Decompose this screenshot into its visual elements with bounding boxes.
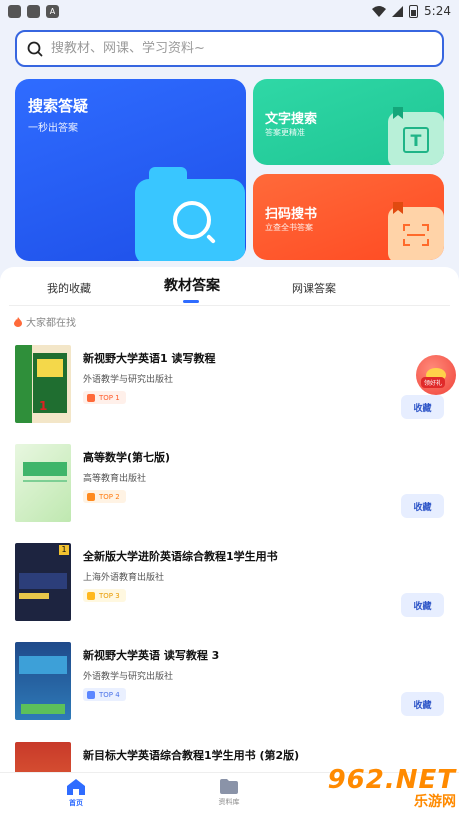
nav-library[interactable]: 资料库 bbox=[209, 779, 249, 807]
collect-button[interactable]: 收藏 bbox=[401, 494, 444, 518]
scan-icon bbox=[388, 207, 444, 260]
book-item[interactable]: 高等数学(第七版) 高等教育出版社 TOP 2 收藏 bbox=[0, 444, 459, 539]
book-publisher: 上海外语教育出版社 bbox=[83, 573, 165, 583]
gift-label: 领好礼 bbox=[421, 377, 446, 388]
rank-badge: TOP 4 bbox=[83, 688, 126, 701]
book-cover bbox=[15, 742, 71, 772]
rank-icon bbox=[87, 591, 95, 600]
book-item[interactable]: 新视野大学英语 读写教程 3 外语教学与研究出版社 TOP 4 收藏 bbox=[0, 642, 459, 737]
book-cover: 1 bbox=[15, 345, 71, 423]
search-input[interactable] bbox=[51, 41, 411, 56]
notification-app-icon bbox=[8, 4, 21, 18]
flame-icon bbox=[14, 316, 22, 327]
search-icon bbox=[27, 41, 43, 56]
nav-home-label: 首页 bbox=[69, 799, 83, 807]
notification-app-icon bbox=[27, 4, 40, 18]
rank-icon bbox=[87, 492, 95, 501]
folder-icon bbox=[220, 779, 238, 794]
tab-bar: 我的收藏 教材答案 网课答案 bbox=[0, 267, 459, 305]
book-publisher: 高等教育出版社 bbox=[83, 474, 147, 484]
home-icon bbox=[67, 779, 85, 795]
content-panel: 我的收藏 教材答案 网课答案 大家都在找 1 新视野大学英语1 读写教程 外语教… bbox=[0, 267, 459, 772]
hot-label: 大家都在找 bbox=[14, 314, 76, 329]
status-time: 5:24 bbox=[424, 4, 451, 18]
text-search-title: 文字搜索 bbox=[265, 112, 318, 127]
text-t-icon: T bbox=[388, 112, 444, 165]
book-cover bbox=[15, 444, 71, 522]
signal-icon bbox=[392, 5, 404, 17]
scan-book-title: 扫码搜书 bbox=[265, 207, 318, 222]
search-qa-subtitle: 一秒出答案 bbox=[28, 123, 78, 134]
scan-book-card[interactable]: 扫码搜书 立查全书答案 bbox=[253, 174, 444, 260]
book-name: 新目标大学英语综合教程1学生用书 (第2版) bbox=[83, 749, 300, 762]
rank-icon bbox=[87, 393, 95, 402]
text-search-card[interactable]: 文字搜索 答案更精准 T bbox=[253, 79, 444, 165]
notification-a-icon: A bbox=[46, 4, 59, 18]
collect-button[interactable]: 收藏 bbox=[401, 593, 444, 617]
rank-badge: TOP 2 bbox=[83, 490, 126, 503]
rank-icon bbox=[87, 690, 95, 699]
status-left-icons: A bbox=[8, 4, 59, 18]
collect-button[interactable]: 收藏 bbox=[401, 692, 444, 716]
search-bar[interactable] bbox=[15, 30, 444, 67]
tab-course-answers[interactable]: 网课答案 bbox=[292, 280, 336, 296]
wifi-icon bbox=[372, 5, 387, 17]
book-cover: 1 bbox=[15, 543, 71, 621]
book-publisher: 外语教学与研究出版社 bbox=[83, 672, 174, 682]
nav-home[interactable]: 首页 bbox=[56, 779, 96, 808]
book-name: 高等数学(第七版) bbox=[83, 451, 171, 464]
hot-label-text: 大家都在找 bbox=[26, 318, 76, 329]
book-item[interactable]: 1 新视野大学英语1 读写教程 外语教学与研究出版社 TOP 1 收藏 bbox=[0, 345, 459, 440]
nav-library-label: 资料库 bbox=[218, 798, 240, 806]
book-item[interactable]: 1 全新版大学进阶英语综合教程1学生用书 上海外语教育出版社 TOP 3 收藏 bbox=[0, 543, 459, 638]
divider bbox=[9, 305, 450, 306]
scan-book-subtitle: 立查全书答案 bbox=[265, 223, 313, 232]
status-bar: A 5:24 bbox=[0, 0, 459, 22]
gift-bubble[interactable]: 领好礼 bbox=[416, 355, 456, 395]
bookmark-icon bbox=[393, 202, 403, 214]
rank-badge: TOP 3 bbox=[83, 589, 126, 602]
search-qa-card[interactable]: 搜索答疑 一秒出答案 bbox=[15, 79, 246, 261]
watermark-site: 乐游网 bbox=[414, 794, 456, 810]
tab-indicator bbox=[183, 300, 199, 303]
book-name: 新视野大学英语1 读写教程 bbox=[83, 352, 216, 365]
rank-badge: TOP 1 bbox=[83, 391, 126, 404]
book-cover bbox=[15, 642, 71, 720]
camera-icon bbox=[135, 167, 245, 261]
battery-icon bbox=[409, 4, 419, 18]
search-qa-title: 搜索答疑 bbox=[28, 97, 89, 115]
text-search-subtitle: 答案更精准 bbox=[265, 128, 305, 137]
status-right: 5:24 bbox=[372, 4, 451, 18]
book-name: 新视野大学英语 读写教程 3 bbox=[83, 649, 220, 662]
book-name: 全新版大学进阶英语综合教程1学生用书 bbox=[83, 550, 278, 563]
book-publisher: 外语教学与研究出版社 bbox=[83, 375, 174, 385]
bookmark-icon bbox=[393, 107, 403, 119]
tab-my-favorites[interactable]: 我的收藏 bbox=[47, 280, 91, 296]
watermark-logo: 962.NET 乐游网 bbox=[320, 764, 456, 812]
tab-textbook-answers[interactable]: 教材答案 bbox=[164, 275, 220, 295]
collect-button[interactable]: 收藏 bbox=[401, 395, 444, 419]
